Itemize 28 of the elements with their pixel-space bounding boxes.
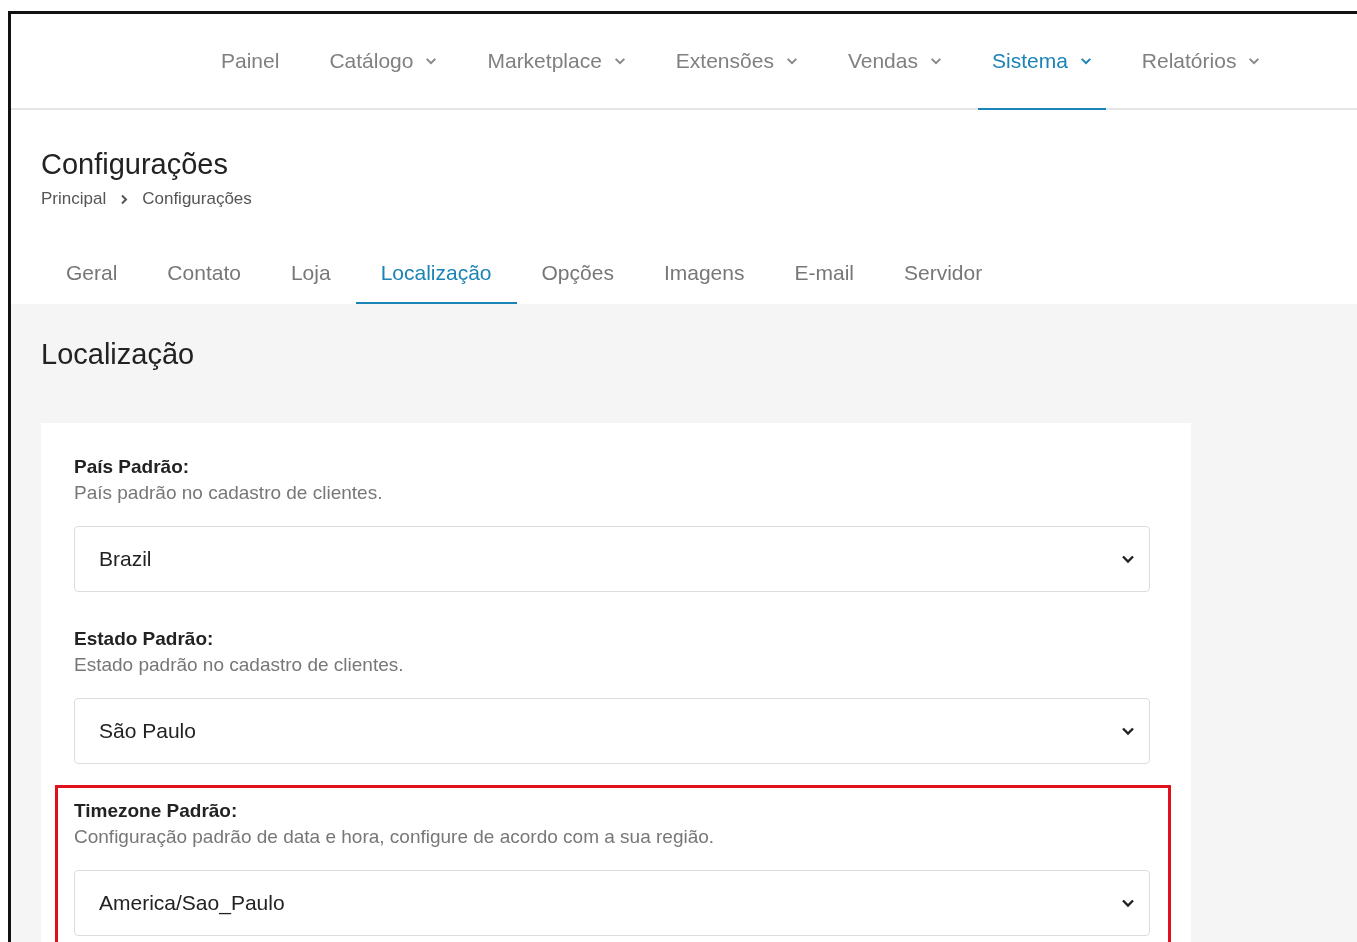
select-field[interactable]: Brazil (74, 526, 1150, 592)
field-help-text: Configuração padrão de data e hora, configure de acordo com a sua região. (74, 826, 716, 848)
field-help-text: País padrão no cadastro de clientes. (74, 482, 384, 504)
field-label: Estado Padrão: (74, 628, 215, 650)
settings-tab[interactable]: Localização (355, 253, 517, 304)
settings-tab[interactable]: Servidor (878, 253, 1008, 304)
section-title: Localização (40, 337, 196, 371)
field-label: Timezone Padrão: (74, 800, 239, 822)
nav-menu-item[interactable]: Catálogo (315, 14, 452, 110)
settings-tab[interactable]: Opções (516, 253, 639, 304)
settings-tab[interactable]: Imagens (638, 253, 770, 304)
field-help-text: Estado padrão no cadastro de clientes. (74, 654, 405, 676)
nav-menu-item[interactable]: Extensões (661, 14, 812, 110)
field-label: País Padrão: (74, 456, 191, 478)
settings-tab[interactable]: Geral (41, 253, 143, 304)
settings-tab[interactable]: Contato (142, 253, 266, 304)
settings-tab[interactable]: E-mail (769, 253, 879, 304)
select-field[interactable]: America/Sao_Paulo (74, 870, 1150, 936)
nav-menu-item[interactable]: Vendas (833, 14, 956, 110)
breadcrumb-link[interactable]: Principal (41, 189, 107, 209)
nav-menu-item[interactable]: Painel (207, 14, 294, 110)
select-field[interactable]: São Paulo (74, 698, 1150, 764)
chevron-right-icon (120, 193, 129, 205)
nav-menu-item[interactable]: Relatórios (1127, 14, 1275, 110)
nav-menu-item[interactable]: Marketplace (473, 14, 640, 110)
page-title: Configurações (41, 148, 229, 181)
settings-tab[interactable]: Loja (265, 253, 356, 304)
breadcrumb-link[interactable]: Configurações (142, 189, 252, 209)
